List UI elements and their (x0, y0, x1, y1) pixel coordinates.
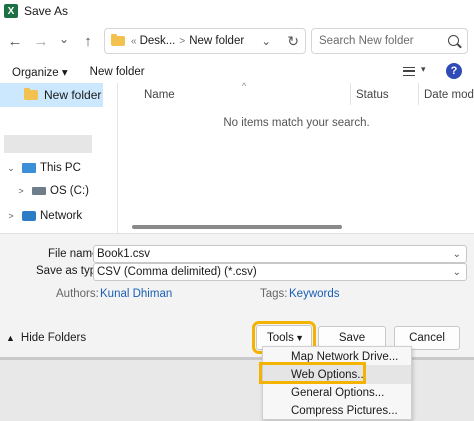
up-arrow-icon[interactable]: ↑ (76, 29, 100, 53)
expand-arrow-icon[interactable]: > (4, 211, 18, 221)
breadcrumb-overflow[interactable]: « (131, 36, 137, 47)
file-name-field[interactable]: Book1.csv ⌄ (93, 245, 467, 263)
horizontal-scrollbar[interactable] (132, 225, 342, 229)
folder-icon (24, 88, 38, 100)
window-title: Save As (24, 4, 69, 18)
column-header-date-modified[interactable]: Date modifi (424, 89, 474, 101)
sidebar-item-label: This PC (40, 162, 81, 174)
expand-chevron-icon[interactable]: ⌄ (4, 163, 18, 174)
refresh-icon[interactable]: ↻ (287, 33, 299, 50)
search-icon[interactable] (448, 35, 459, 46)
back-arrow-icon[interactable]: ← (3, 29, 27, 53)
column-header-name[interactable]: Name (144, 89, 175, 101)
network-icon (22, 211, 36, 221)
navigation-bar: ← → ⌄ ↑ « Desk... > New folder ⌄ ↻ Searc… (0, 24, 474, 58)
tags-input[interactable]: Keywords (289, 288, 340, 300)
menu-item-general-options[interactable]: General Options... (291, 384, 384, 402)
hide-folders-button[interactable]: ▲ Hide Folders (6, 332, 86, 344)
authors-label: Authors: (56, 288, 99, 300)
forward-arrow-icon[interactable]: → (29, 29, 53, 53)
save-as-type-value: CSV (Comma delimited) (*.csv) (97, 266, 257, 278)
empty-folder-message: No items match your search. (223, 117, 370, 129)
help-icon[interactable]: ? (446, 63, 462, 79)
recent-locations-chevron-icon[interactable]: ⌄ (52, 27, 76, 51)
save-as-type-select[interactable]: CSV (Comma delimited) (*.csv) ⌄ (93, 263, 467, 281)
navigation-pane: New folder ⌄ This PC > OS (C:) > Network (0, 83, 117, 299)
breadcrumb-desktop[interactable]: Desk... (140, 35, 176, 47)
address-bar[interactable]: « Desk... > New folder ⌄ ↻ (104, 28, 306, 54)
web-options-highlight-box (259, 362, 366, 384)
tags-label: Tags: (260, 288, 288, 300)
address-dropdown-chevron-icon[interactable]: ⌄ (261, 34, 271, 48)
excel-icon: X (4, 4, 18, 18)
column-divider[interactable] (350, 83, 351, 105)
authors-value[interactable]: Kunal Dhiman (100, 288, 172, 300)
sidebar-item-label: New folder (44, 88, 102, 102)
tools-label: Tools (267, 331, 294, 344)
menu-item-compress-pictures[interactable]: Compress Pictures... (291, 402, 398, 420)
view-dropdown-icon[interactable]: ▾ (421, 64, 426, 75)
drive-icon (32, 187, 46, 195)
sidebar-item-this-pc[interactable]: ⌄ This PC (0, 158, 110, 178)
file-name-value: Book1.csv (97, 248, 151, 260)
title-bar: X Save As (0, 0, 474, 22)
sort-caret-icon: ^ (242, 81, 247, 91)
search-placeholder: Search New folder (319, 35, 414, 47)
command-toolbar: Organize ▾ New folder ▾ ? (0, 60, 474, 84)
column-header-row: ^ Name Status Date modifi (118, 81, 474, 107)
save-as-type-dropdown-icon[interactable]: ⌄ (453, 267, 461, 278)
computer-icon (22, 163, 36, 173)
sidebar-item-network[interactable]: > Network (0, 206, 110, 226)
sidebar-item-label: Network (40, 210, 83, 222)
sidebar-item-label: OS (C:) (50, 185, 89, 197)
hide-folders-label: Hide Folders (20, 332, 87, 344)
sidebar-item-new-folder[interactable]: New folder (0, 83, 103, 107)
new-folder-button[interactable]: New folder (90, 66, 145, 78)
breadcrumb-new-folder[interactable]: New folder (189, 35, 244, 47)
collapse-caret-icon: ▲ (6, 333, 15, 343)
expand-arrow-icon[interactable]: > (14, 186, 28, 196)
sidebar-item-os-c[interactable]: > OS (C:) (0, 181, 110, 201)
organize-button[interactable]: Organize ▾ (12, 65, 68, 79)
search-input[interactable]: Search New folder (311, 28, 468, 54)
file-list-pane: ^ Name Status Date modifi No items match… (117, 81, 474, 233)
column-divider[interactable] (418, 83, 419, 105)
file-name-dropdown-icon[interactable]: ⌄ (453, 249, 461, 260)
column-header-status[interactable]: Status (356, 89, 389, 101)
view-options-icon[interactable] (403, 67, 415, 76)
sidebar-placeholder-item (4, 135, 92, 153)
folder-icon (111, 34, 125, 46)
tools-dropdown-arrow-icon: ▼ (295, 332, 304, 343)
breadcrumb-separator-icon: > (179, 35, 186, 47)
